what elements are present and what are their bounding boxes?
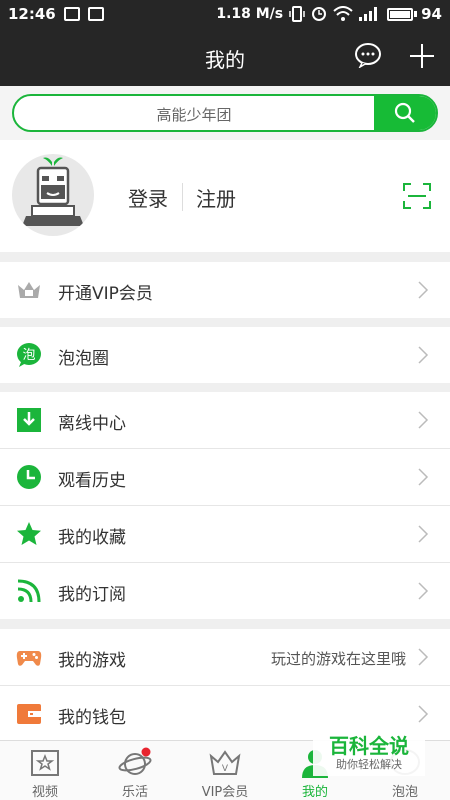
menu-item-history[interactable]: 观看历史 [0, 449, 450, 505]
menu-item-label: 我的订阅 [58, 585, 126, 605]
tab-label: 乐活 [121, 785, 148, 800]
watermark: 百科全说 助你轻松解决 [313, 726, 425, 776]
menu-item-offline[interactable]: 离线中心 [0, 392, 450, 448]
profile-section: 登录 注册 [0, 140, 450, 252]
plus-icon[interactable] [408, 42, 436, 70]
battery-indicator: 94 [387, 5, 442, 23]
menu-item-label: 离线中心 [58, 414, 126, 434]
tab-fun[interactable]: 乐活 [90, 741, 180, 800]
chevron-right-icon [418, 582, 429, 600]
watermark-title: 百科全说 [329, 734, 409, 758]
vibrate-icon [289, 6, 305, 22]
rss-icon [17, 579, 41, 603]
chevron-right-icon [418, 648, 429, 666]
search-input[interactable]: 高能少年团 [12, 94, 438, 132]
robot-avatar-icon [22, 157, 84, 226]
scan-icon[interactable] [402, 182, 432, 210]
menu-item-subscriptions[interactable]: 我的订阅 [0, 563, 450, 619]
menu-item-label: 我的收藏 [58, 528, 126, 548]
menu-item-favorites[interactable]: 我的收藏 [0, 506, 450, 562]
tab-video[interactable]: 视频 [0, 741, 90, 800]
chevron-right-icon [418, 281, 429, 299]
bubble-icon: 泡 [17, 343, 41, 367]
menu-item-label: 开通VIP会员 [58, 284, 153, 304]
menu-item-games[interactable]: 我的游戏 玩过的游戏在这里哦 [0, 629, 450, 685]
svg-text:V: V [222, 764, 229, 774]
status-time: 12:46 [8, 5, 56, 23]
menu-item-label: 我的游戏 [58, 651, 126, 671]
crown-tab-icon: V [209, 750, 241, 775]
games-hint: 玩过的游戏在这里哦 [270, 650, 406, 668]
battery-percent: 94 [421, 5, 442, 23]
tab-label: 我的 [301, 785, 328, 800]
watermark-subtitle: 助你轻松解决 [336, 758, 402, 771]
notification-image-icon [63, 7, 80, 21]
chevron-right-icon [418, 411, 429, 429]
register-button[interactable]: 注册 [196, 183, 236, 212]
signal-icon [359, 7, 378, 21]
svg-text:泡: 泡 [22, 348, 35, 363]
tab-label: 泡泡 [391, 785, 418, 800]
menu-item-label: 泡泡圈 [58, 349, 109, 369]
status-bar: 12:46 1.18 M/s 94 [0, 0, 450, 28]
notification-app-icon [87, 7, 104, 21]
menu-item-bubble-circle[interactable]: 泡 泡泡圈 [0, 327, 450, 383]
login-button[interactable]: 登录 [128, 183, 168, 212]
title-bar: 我的 [0, 28, 450, 86]
chevron-right-icon [418, 525, 429, 543]
clock-icon [17, 465, 41, 489]
search-area: 高能少年团 [0, 86, 450, 140]
network-speed: 1.18 M/s [216, 6, 284, 22]
search-text: 高能少年团 [156, 106, 232, 124]
avatar[interactable] [12, 154, 94, 236]
search-icon [394, 102, 415, 123]
chat-bubble-icon[interactable] [354, 42, 382, 68]
search-button[interactable] [374, 96, 436, 130]
gamepad-icon [16, 651, 42, 666]
chevron-right-icon [418, 705, 429, 723]
wifi-icon [333, 6, 353, 21]
menu-item-label: 观看历史 [58, 471, 126, 491]
download-icon [17, 408, 41, 432]
login-register-divider [182, 183, 183, 211]
wallet-icon [17, 704, 41, 724]
tab-label: VIP会员 [201, 785, 249, 800]
chevron-right-icon [418, 346, 429, 364]
video-tab-icon [31, 750, 59, 776]
planet-icon [118, 747, 152, 775]
alarm-icon [312, 7, 327, 21]
crown-icon [18, 282, 40, 298]
page-title: 我的 [205, 48, 245, 72]
tab-label: 视频 [31, 785, 58, 800]
menu-item-vip[interactable]: 开通VIP会员 [0, 262, 450, 318]
menu-item-label: 我的钱包 [58, 708, 126, 728]
battery-icon [387, 7, 414, 21]
star-icon [17, 522, 41, 545]
chevron-right-icon [418, 468, 429, 486]
tab-vip[interactable]: V VIP会员 [180, 741, 270, 800]
